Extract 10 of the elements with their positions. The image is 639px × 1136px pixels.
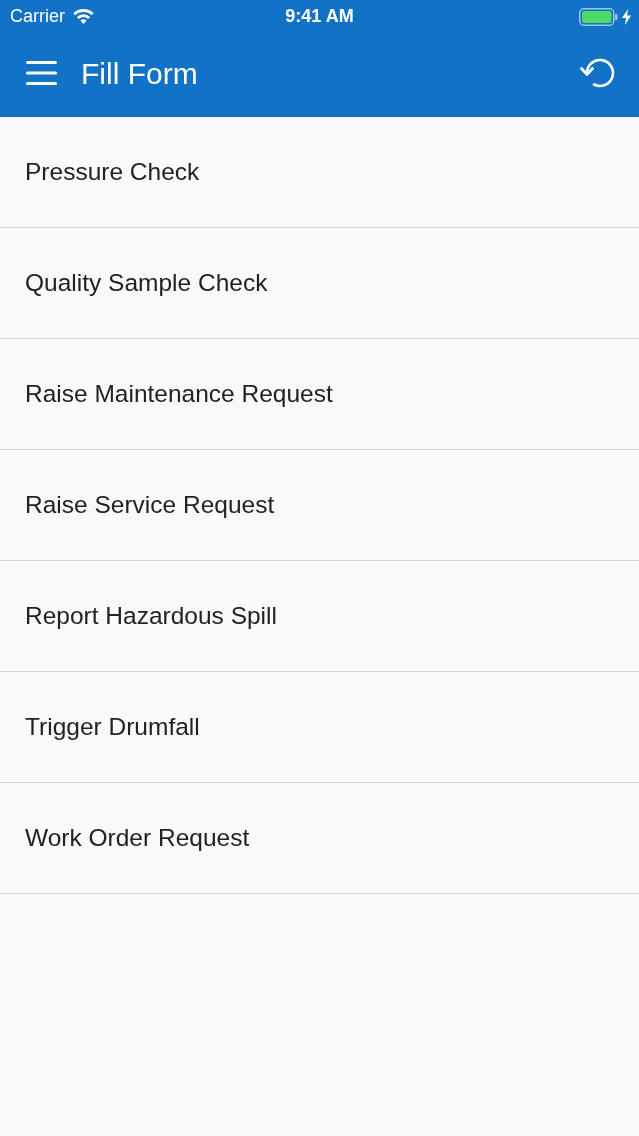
refresh-button[interactable] — [580, 57, 617, 89]
battery-icon — [579, 7, 618, 26]
refresh-icon — [580, 57, 617, 89]
menu-button[interactable] — [26, 61, 57, 85]
charging-bolt-icon — [622, 8, 631, 25]
app-bar-title: Fill Form — [81, 56, 198, 90]
menu-icon — [26, 61, 57, 85]
wifi-icon — [73, 9, 94, 24]
carrier-name: Carrier — [10, 5, 65, 28]
status-time: 9:41 AM — [285, 5, 354, 28]
